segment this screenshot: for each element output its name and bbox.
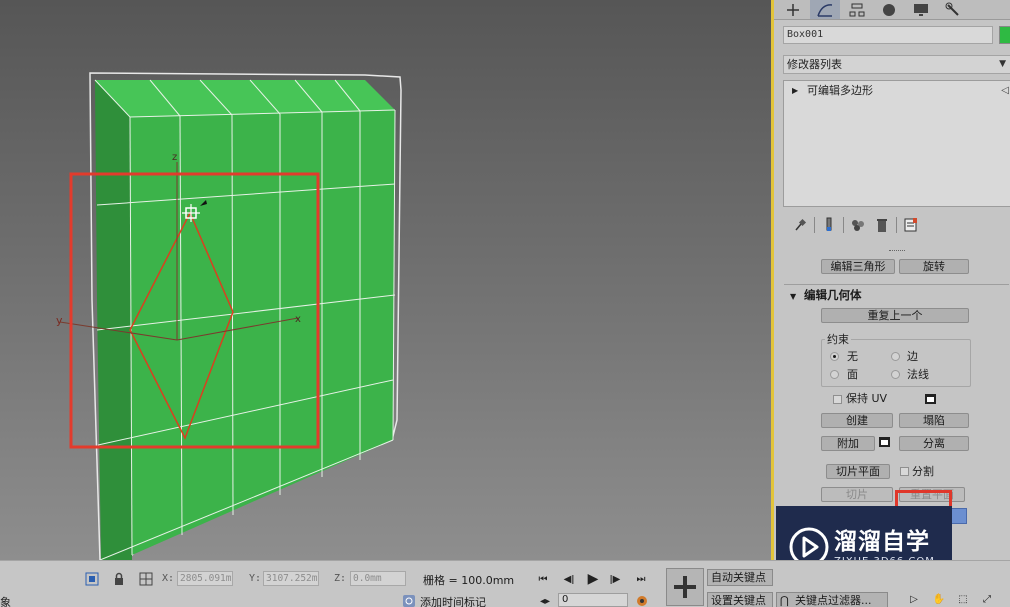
hierarchy-icon[interactable] bbox=[842, 0, 872, 19]
maximize-viewport-icon[interactable]: ⤢ bbox=[978, 591, 996, 607]
rollout-title: 编辑几何体 bbox=[804, 288, 862, 302]
time-config-arrows-icon[interactable]: ◂▸ bbox=[536, 593, 554, 607]
time-tag-icon bbox=[403, 595, 415, 607]
constraints-group bbox=[821, 339, 971, 387]
constraint-face-radio[interactable] bbox=[830, 370, 839, 379]
preserve-uvs-settings-icon[interactable] bbox=[925, 394, 936, 404]
zoom-region-icon[interactable]: ⬚ bbox=[954, 591, 972, 607]
make-unique-icon[interactable] bbox=[846, 215, 870, 235]
play-icon[interactable]: ▶ bbox=[584, 571, 602, 587]
create-button[interactable]: 创建 bbox=[821, 413, 893, 428]
add-time-tag[interactable]: 添加时间标记 bbox=[400, 594, 486, 607]
toolbar-separator bbox=[843, 217, 844, 233]
previous-frame-icon[interactable]: ◀ǀ bbox=[560, 571, 578, 587]
orbit-icon[interactable]: ▷ bbox=[905, 591, 923, 607]
toolbar-separator bbox=[814, 217, 815, 233]
key-filters-button[interactable]: ⋂ 关键点过滤器... bbox=[776, 592, 888, 607]
x-coordinate-field[interactable]: 2805.091m bbox=[177, 571, 233, 586]
configure-sets-icon[interactable] bbox=[899, 215, 923, 235]
viewport-scene: z y x bbox=[56, 72, 402, 560]
grid-size-text: 栅格 = 100.0mm bbox=[423, 574, 515, 587]
constraint-edge-radio[interactable] bbox=[891, 352, 900, 361]
show-end-result-icon[interactable] bbox=[817, 215, 841, 235]
next-frame-icon[interactable]: ǀ▶ bbox=[606, 571, 624, 587]
y-label: Y: bbox=[249, 573, 262, 584]
slice-button[interactable]: 切片 bbox=[821, 487, 893, 502]
split-label: 分割 bbox=[912, 465, 934, 478]
current-frame-field[interactable]: 0 bbox=[558, 593, 628, 607]
time-configuration-icon[interactable] bbox=[633, 593, 651, 607]
panel-tabbar bbox=[774, 0, 1010, 20]
preserve-uvs-label: 保持 UV bbox=[846, 392, 888, 405]
remove-modifier-icon[interactable] bbox=[870, 215, 894, 235]
split-checkbox[interactable] bbox=[900, 467, 909, 476]
panel-divider bbox=[889, 250, 905, 254]
toolbar-separator bbox=[896, 217, 897, 233]
lock-icon[interactable] bbox=[111, 571, 127, 587]
expand-triangle-icon[interactable]: ▶ bbox=[792, 82, 798, 99]
key-filters-label: 关键点过滤器... bbox=[795, 594, 872, 607]
preserve-uvs-checkbox[interactable] bbox=[833, 395, 842, 404]
detach-button[interactable]: 分离 bbox=[899, 436, 969, 451]
slice-plane-button[interactable]: 切片平面 bbox=[826, 464, 890, 479]
constraint-none-label: 无 bbox=[847, 350, 858, 363]
stack-item-editable-poly[interactable]: ▶ 可编辑多边形 ◁ bbox=[785, 82, 1010, 99]
gizmo-y-label: y bbox=[56, 314, 63, 327]
stack-toolbar bbox=[788, 215, 923, 235]
attach-button[interactable]: 附加 bbox=[821, 436, 875, 451]
constraint-face-label: 面 bbox=[847, 368, 858, 381]
collapse-button[interactable]: 塌陷 bbox=[899, 413, 969, 428]
go-to-start-icon[interactable]: ⏮ bbox=[534, 571, 552, 587]
prompt-text-fragment: 象 bbox=[0, 596, 11, 607]
selection-lock-icon[interactable] bbox=[84, 571, 100, 587]
modifier-stack[interactable]: ▶ 可编辑多边形 ◁ bbox=[783, 80, 1010, 207]
object-name-field[interactable]: Box001 bbox=[783, 26, 993, 44]
set-key-big-icon[interactable] bbox=[666, 568, 704, 606]
edit-triangulation-button[interactable]: 编辑三角形 bbox=[821, 259, 895, 274]
attach-list-icon[interactable] bbox=[879, 437, 890, 447]
constraint-edge-label: 边 bbox=[907, 350, 918, 363]
utilities-icon[interactable] bbox=[938, 0, 968, 19]
create-icon[interactable] bbox=[778, 0, 808, 19]
gizmo-x-label: x bbox=[295, 314, 301, 325]
perspective-viewport[interactable]: z y x bbox=[0, 0, 773, 560]
z-label: Z: bbox=[334, 573, 347, 584]
chevron-down-icon: ▼ bbox=[999, 59, 1006, 69]
command-panel: Box001 修改器列表 ▼ ▶ 可编辑多边形 ◁ 编辑三角形 旋转 ▼ 编辑几… bbox=[774, 0, 1010, 560]
stack-item-label: 可编辑多边形 bbox=[807, 84, 873, 97]
constraint-normal-label: 法线 bbox=[907, 368, 929, 381]
x-label: X: bbox=[162, 573, 175, 584]
add-time-tag-label: 添加时间标记 bbox=[420, 596, 486, 607]
repeat-last-button[interactable]: 重复上一个 bbox=[821, 308, 969, 323]
absolute-mode-icon[interactable] bbox=[138, 571, 154, 587]
watermark-title: 溜溜自学 bbox=[834, 529, 930, 555]
y-coordinate-field[interactable]: 3107.252m bbox=[263, 571, 319, 586]
collapse-icon: ▼ bbox=[790, 292, 797, 301]
edit-geometry-rollout-header[interactable]: ▼ 编辑几何体 bbox=[790, 287, 1002, 303]
box-front-face bbox=[130, 110, 395, 555]
z-coordinate-field[interactable]: 0.0mm bbox=[350, 571, 406, 586]
display-icon[interactable] bbox=[906, 0, 936, 19]
modify-icon[interactable] bbox=[810, 0, 840, 19]
set-key-button[interactable]: 设置关键点 bbox=[707, 592, 773, 607]
constraints-label: 约束 bbox=[825, 333, 851, 346]
turn-button[interactable]: 旋转 bbox=[899, 259, 969, 274]
constraint-normal-radio[interactable] bbox=[891, 370, 900, 379]
motion-icon[interactable] bbox=[874, 0, 904, 19]
object-color-swatch[interactable] bbox=[999, 26, 1010, 44]
key-filter-icon: ⋂ bbox=[780, 594, 790, 607]
pan-hand-icon[interactable]: ✋ bbox=[930, 591, 948, 607]
modifier-list-dropdown[interactable]: 修改器列表 ▼ bbox=[783, 55, 1010, 74]
modifier-list-label: 修改器列表 bbox=[787, 58, 842, 71]
go-to-end-icon[interactable]: ⏭ bbox=[632, 571, 650, 587]
gizmo-z-label: z bbox=[172, 152, 177, 163]
auto-key-button[interactable]: 自动关键点 bbox=[707, 569, 773, 586]
box-left-face bbox=[95, 80, 132, 560]
stack-flag-icon: ◁ bbox=[1001, 85, 1009, 96]
pin-stack-icon[interactable] bbox=[788, 215, 812, 235]
status-bar: X: 2805.091m Y: 3107.252m Z: 0.0mm 栅格 = … bbox=[0, 560, 1010, 607]
constraint-none-radio[interactable] bbox=[830, 352, 839, 361]
